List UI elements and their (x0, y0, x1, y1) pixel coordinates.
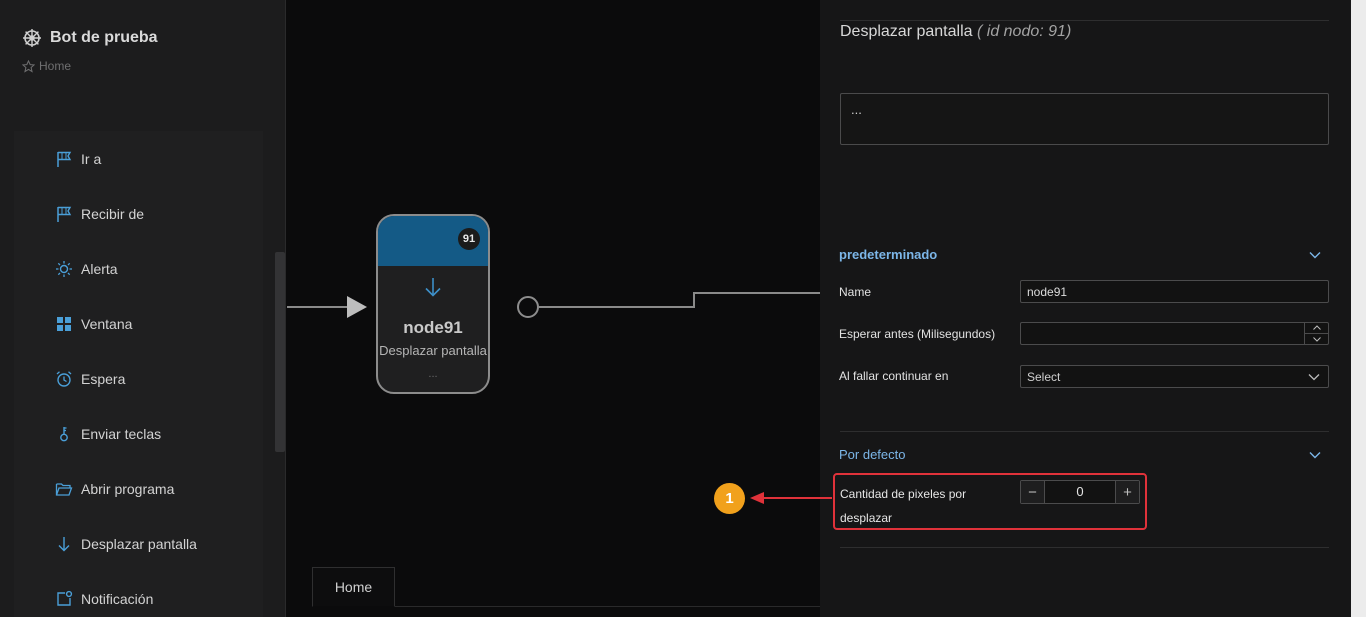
node-id-badge: 91 (458, 228, 480, 250)
divider (840, 20, 1329, 21)
pixels-value[interactable]: 0 (1045, 481, 1115, 503)
output-port[interactable] (517, 296, 539, 318)
ship-wheel-icon (23, 29, 41, 47)
node-description: ... (428, 368, 438, 380)
panel-title-text: Desplazar pantalla (840, 23, 973, 40)
app-root: Bot de prueba Home Ir a Recibir de Alert… (0, 0, 1366, 617)
sidebar-item-enviar-teclas[interactable]: Enviar teclas (14, 406, 263, 461)
tab-home[interactable]: Home (312, 567, 395, 607)
arrow-down-icon (425, 278, 441, 297)
home-breadcrumb-label: Home (39, 59, 72, 73)
outgoing-edge (539, 292, 820, 308)
spin-up-button[interactable] (1305, 322, 1329, 333)
pixels-label: Cantidad de pixeles por desplazar (840, 487, 967, 525)
name-label: Name (839, 285, 872, 299)
alarm-clock-icon (56, 370, 72, 387)
decrement-button[interactable]: − (1021, 481, 1045, 503)
sidebar-item-ventana[interactable]: Ventana (14, 296, 263, 351)
sun-icon (56, 260, 72, 277)
fail-label: Al fallar continuar en (839, 369, 949, 383)
brand: Bot de prueba (22, 28, 158, 48)
incoming-edge (287, 306, 349, 308)
wait-label: Esperar antes (Milisegundos) (839, 327, 996, 341)
sidebar-item-label: Ventana (81, 315, 133, 332)
sidebar-scrollbar-thumb[interactable] (275, 252, 285, 452)
folder-open-icon (55, 482, 73, 496)
sidebar-item-alerta[interactable]: Alerta (14, 241, 263, 296)
section-por-defecto-header[interactable]: Por defecto (839, 447, 1329, 462)
sidebar-item-notificacion[interactable]: Notificación (14, 571, 263, 617)
wait-ms-spinner (1304, 322, 1329, 345)
panel-title: Desplazar pantalla ( id nodo: 91) (840, 23, 1071, 41)
select-value: Select (1027, 369, 1061, 384)
spin-down-button[interactable] (1305, 333, 1329, 344)
canvas-tab-bar: Home (312, 567, 820, 607)
home-breadcrumb[interactable]: Home (22, 59, 71, 73)
flow-canvas[interactable]: 91 node91 Desplazar pantalla ... Home (287, 0, 820, 617)
incoming-arrow-icon (347, 296, 367, 318)
panel-scrollbar[interactable] (1351, 0, 1366, 617)
sidebar-item-abrir-programa[interactable]: Abrir programa (14, 461, 263, 516)
increment-button[interactable]: + (1115, 481, 1139, 503)
app-title: Bot de prueba (50, 29, 158, 46)
star-icon (22, 59, 35, 73)
window-grid-icon (57, 316, 71, 331)
flag-icon (57, 206, 72, 222)
name-input[interactable] (1020, 280, 1329, 303)
description-textarea[interactable]: ... (840, 93, 1329, 145)
key-icon (60, 426, 68, 441)
sidebar: Bot de prueba Home Ir a Recibir de Alert… (0, 0, 286, 617)
divider (840, 547, 1329, 548)
action-list: Ir a Recibir de Alerta Ventana Espera En… (14, 131, 263, 617)
node-header: 91 (378, 216, 488, 266)
sidebar-item-recibir-de[interactable]: Recibir de (14, 186, 263, 241)
chevron-down-icon (1309, 451, 1321, 458)
node-title: node91 (403, 318, 463, 337)
callout-badge: 1 (714, 483, 745, 514)
sidebar-item-label: Enviar teclas (81, 425, 162, 442)
sidebar-item-label: Notificación (81, 590, 154, 607)
notification-icon (57, 590, 73, 606)
node-subtitle: Desplazar pantalla (379, 343, 487, 358)
wait-ms-input[interactable] (1020, 322, 1329, 345)
flag-icon (57, 151, 72, 167)
chevron-down-icon (1308, 373, 1320, 380)
sidebar-item-label: Abrir programa (81, 480, 175, 497)
chevron-up-icon (1313, 325, 1321, 330)
properties-panel: Desplazar pantalla ( id nodo: 91) ... pr… (820, 0, 1351, 617)
sidebar-item-espera[interactable]: Espera (14, 351, 263, 406)
chevron-down-icon (1313, 336, 1321, 342)
fail-continue-select[interactable]: Select (1020, 365, 1329, 388)
callout-arrow-icon (750, 492, 764, 504)
sidebar-item-label: Alerta (81, 260, 118, 277)
section-title: Por defecto (839, 447, 906, 462)
arrow-down-icon (58, 536, 70, 551)
sidebar-item-label: Espera (81, 370, 126, 387)
sidebar-item-ir-a[interactable]: Ir a (14, 131, 263, 186)
sidebar-item-label: Ir a (81, 150, 102, 167)
chevron-down-icon (1309, 251, 1321, 258)
divider (840, 431, 1329, 432)
sidebar-item-label: Recibir de (81, 205, 145, 222)
pixels-stepper: − 0 + (1020, 480, 1140, 504)
section-predeterminado-header[interactable]: predeterminado (839, 247, 1329, 262)
sidebar-item-desplazar-pantalla[interactable]: Desplazar pantalla (14, 516, 263, 571)
flow-node[interactable]: 91 node91 Desplazar pantalla ... (376, 214, 490, 394)
panel-node-id: ( id nodo: 91) (976, 23, 1072, 40)
section-title: predeterminado (839, 247, 938, 262)
callout-line (764, 497, 832, 499)
sidebar-item-label: Desplazar pantalla (81, 535, 197, 552)
